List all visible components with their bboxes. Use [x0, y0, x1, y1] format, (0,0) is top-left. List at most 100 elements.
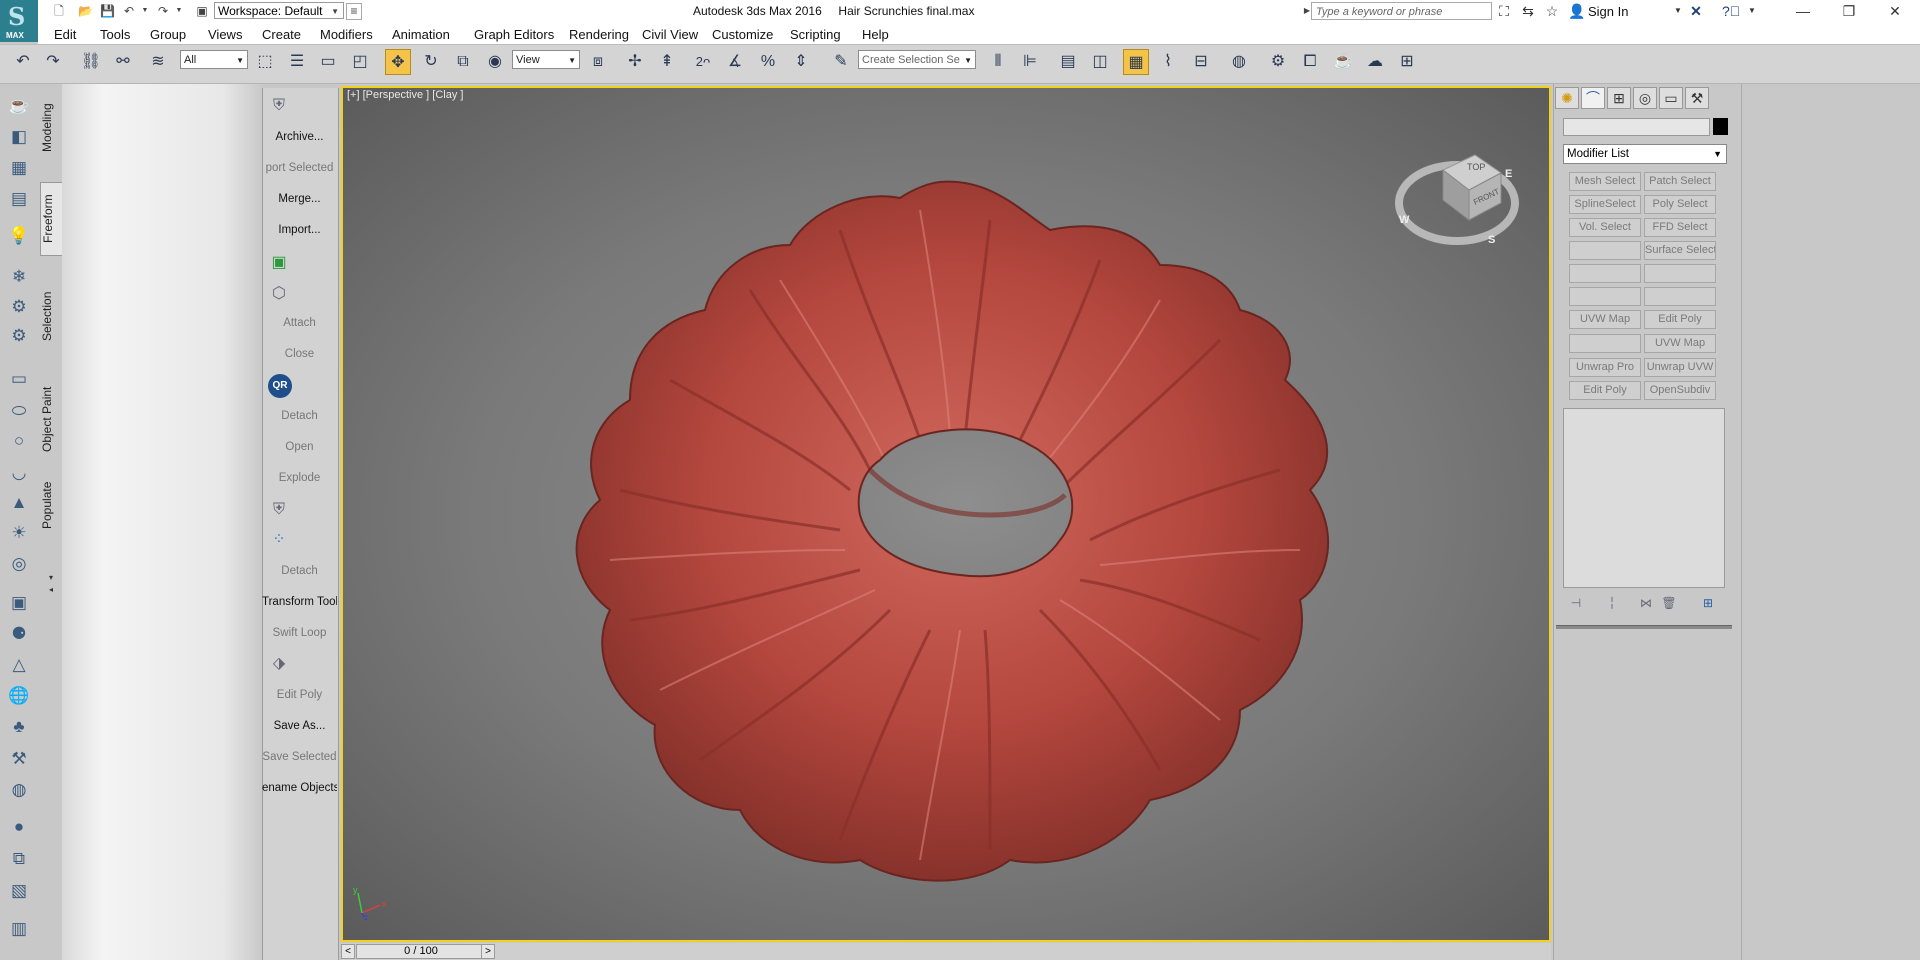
box-grid-icon[interactable]: ▣	[6, 592, 32, 614]
material-editor-icon[interactable]: ◍	[1226, 49, 1252, 75]
unwrap-pro-button[interactable]: Unwrap Pro	[1569, 358, 1641, 377]
menu-animation[interactable]: Animation	[392, 27, 450, 42]
help-icon[interactable]: ?⃝	[1722, 3, 1740, 19]
ribbon-options-icon[interactable]: ▾ ◂	[44, 572, 58, 596]
edit-poly-button-2[interactable]: Edit Poly	[1569, 381, 1641, 400]
select-and-move-icon[interactable]: ✥	[385, 49, 411, 75]
configure-modifier-sets-icon[interactable]: ⊞	[1700, 595, 1716, 611]
new-file-icon[interactable]: 🗋	[52, 4, 66, 18]
select-and-place-icon[interactable]: ◉	[482, 49, 508, 75]
ffd-select-button[interactable]: FFD Select	[1644, 218, 1716, 237]
save-file-icon[interactable]: 💾	[100, 4, 115, 18]
tab-utilities[interactable]: ⚒	[1685, 87, 1709, 109]
menu-scripting[interactable]: Scripting	[790, 27, 841, 42]
unlink-selection-icon[interactable]: ⚯	[110, 49, 136, 75]
menu-views[interactable]: Views	[208, 27, 242, 42]
patch-select-button[interactable]: Patch Select	[1644, 172, 1716, 191]
toggle-layer-explorer-icon[interactable]: ◫	[1087, 49, 1113, 75]
torus-icon[interactable]: ◎	[6, 553, 32, 575]
redo-icon[interactable]: ↷	[156, 4, 170, 18]
binoculars-icon[interactable]: ⛶	[1496, 3, 1512, 19]
ellipse-icon[interactable]: ⬭	[6, 400, 32, 422]
shell-icon[interactable]: ◍	[6, 779, 32, 801]
sign-in-dropdown-icon[interactable]: ▼	[1670, 3, 1686, 19]
render-iterative-icon[interactable]: ☁	[1362, 49, 1388, 75]
mirror-icon[interactable]: ⫴	[985, 49, 1011, 75]
render-in-cloud-icon[interactable]: ⊞	[1394, 49, 1420, 75]
pin-stack-icon[interactable]: ⊣	[1568, 595, 1584, 611]
sign-in-button[interactable]: Sign In	[1588, 4, 1628, 19]
table-icon[interactable]: ▦	[6, 157, 32, 179]
pyramid-icon[interactable]: △	[6, 654, 32, 676]
time-prev-button[interactable]: <	[341, 944, 355, 959]
undo-icon[interactable]: ↶	[122, 4, 136, 18]
exchange-apps-icon[interactable]: ✕	[1688, 3, 1704, 19]
app-menu-button[interactable]: S MAX	[0, 0, 38, 42]
export-selected-button[interactable]: port Selected	[262, 162, 337, 174]
circle-icon[interactable]: ○	[6, 430, 32, 452]
time-next-button[interactable]: >	[481, 944, 495, 959]
open-file-icon[interactable]: 📂	[78, 4, 93, 18]
globe-icon[interactable]: 🌐	[6, 685, 32, 707]
gear-red-icon[interactable]: ⚙	[6, 325, 32, 347]
time-slider-thumb[interactable]: 0 / 100	[356, 944, 486, 959]
edit-named-selection-icon[interactable]: ✎	[828, 49, 854, 75]
toggle-scene-explorer-icon[interactable]: ▤	[1055, 49, 1081, 75]
render-setup-icon[interactable]: ⚙	[1265, 49, 1291, 75]
menu-group[interactable]: Group	[150, 27, 186, 42]
teapot-icon[interactable]: ☕	[6, 95, 32, 117]
spline-select-button[interactable]: SplineSelect	[1569, 195, 1641, 214]
menu-graph-editors[interactable]: Graph Editors	[474, 27, 554, 42]
object-name-field[interactable]	[1563, 118, 1710, 136]
tab-modeling[interactable]: Modeling	[40, 98, 64, 158]
detach-button-2[interactable]: Detach	[262, 565, 337, 577]
modifier-set-button-empty[interactable]	[1569, 264, 1641, 283]
unwrap-uvw-button[interactable]: Unwrap UVW	[1644, 358, 1716, 377]
viewport-label[interactable]: [+] [Perspective ] [Clay ]	[347, 89, 463, 101]
menu-help[interactable]: Help	[862, 27, 889, 42]
surface-select-button[interactable]: Surface Select	[1644, 241, 1716, 260]
mixer-icon[interactable]: ⚙	[6, 296, 32, 318]
archive-button[interactable]: Archive...	[262, 131, 337, 143]
help-dropdown-icon[interactable]: ▼	[1744, 3, 1760, 19]
make-unique-icon[interactable]: ⋈	[1638, 595, 1654, 611]
compass-south-label[interactable]: S	[1488, 234, 1495, 246]
rendered-frame-window-icon[interactable]: ⧠	[1297, 49, 1323, 75]
select-and-rotate-icon[interactable]: ↻	[418, 49, 444, 75]
particles-icon[interactable]: ⁘	[268, 530, 290, 550]
minimize-button[interactable]: —	[1780, 0, 1826, 23]
menu-customize[interactable]: Customize	[712, 27, 773, 42]
light-bulb-icon[interactable]: 💡	[6, 225, 32, 247]
modifier-set-button-empty[interactable]	[1644, 287, 1716, 306]
uvw-map-button[interactable]: UVW Map	[1569, 310, 1641, 329]
named-selection-set-select[interactable]: Create Selection Se ▼	[858, 50, 976, 69]
selection-region-icon[interactable]: ▭	[315, 49, 341, 75]
merge-button[interactable]: Merge...	[262, 193, 337, 205]
poly-select-button[interactable]: Poly Select	[1644, 195, 1716, 214]
close-button-tool[interactable]: Close	[262, 348, 337, 360]
save-as-button[interactable]: Save As...	[262, 720, 337, 732]
menu-rendering[interactable]: Rendering	[569, 27, 629, 42]
quick-access-menu-icon[interactable]: ≡	[346, 3, 362, 20]
tab-object-paint[interactable]: Object Paint	[40, 380, 64, 458]
bowl-icon[interactable]: ◡	[6, 462, 32, 484]
hair-scrunchie-model[interactable]	[540, 170, 1360, 890]
modifier-set-button-empty[interactable]	[1569, 287, 1641, 306]
reference-coordinate-select[interactable]: View ▼	[512, 50, 580, 69]
menu-tools[interactable]: Tools	[100, 27, 130, 42]
snowflake-icon[interactable]: ❄	[6, 266, 32, 288]
render-production-icon[interactable]: ☕	[1330, 49, 1356, 75]
vol-select-button[interactable]: Vol. Select	[1569, 218, 1641, 237]
import-button[interactable]: Import...	[262, 224, 337, 236]
select-and-link-icon[interactable]: ⛓	[78, 49, 104, 75]
project-folder-icon[interactable]: ▣	[195, 4, 209, 18]
modifier-set-button-empty[interactable]	[1569, 334, 1641, 353]
pivot-center-icon[interactable]: ⧈	[585, 49, 611, 75]
rename-objects-button[interactable]: ename Objects	[262, 782, 337, 794]
communication-center-icon[interactable]: ⇆	[1520, 3, 1536, 19]
bind-to-space-warp-icon[interactable]: ≋	[145, 49, 171, 75]
transform-tool-button[interactable]: Transform Tool	[262, 596, 337, 608]
sphere-icon[interactable]: ●	[6, 816, 32, 838]
tab-selection[interactable]: Selection	[40, 286, 64, 346]
panel-icon[interactable]: ▥	[6, 918, 32, 940]
